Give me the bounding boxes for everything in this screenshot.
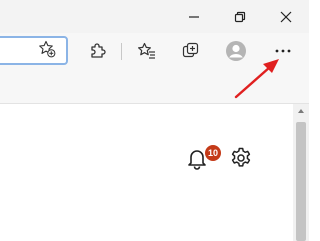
page-content: 10 [0, 104, 293, 241]
extensions-button[interactable] [83, 36, 113, 66]
minimize-icon [189, 15, 199, 18]
browser-toolbar [0, 33, 309, 70]
add-favorite-icon [39, 40, 56, 58]
scrollbar-thumb[interactable] [296, 122, 306, 241]
favorites-bar [0, 70, 309, 104]
title-bar [0, 0, 309, 33]
extensions-icon [91, 43, 106, 58]
minimize-button[interactable] [171, 0, 217, 33]
collections-icon [182, 42, 199, 58]
more-options-icon [275, 49, 291, 53]
close-icon [280, 11, 292, 22]
profile-button[interactable] [221, 36, 251, 66]
notification-count-badge: 10 [205, 145, 221, 161]
vertical-scrollbar[interactable] [293, 104, 309, 241]
profile-avatar-icon [226, 41, 246, 61]
address-bar[interactable] [0, 36, 68, 65]
favorites-icon [138, 42, 155, 59]
close-button[interactable] [263, 0, 309, 33]
restore-button[interactable] [217, 0, 263, 33]
favorites-button[interactable] [132, 36, 162, 66]
more-options-button[interactable] [268, 36, 298, 66]
gear-icon [231, 147, 251, 167]
scroll-up-arrow-icon[interactable] [293, 104, 309, 118]
restore-icon [234, 11, 246, 22]
settings-button[interactable] [229, 146, 253, 170]
toolbar-separator [121, 43, 122, 60]
collections-button[interactable] [176, 36, 206, 66]
add-favorite-button[interactable] [34, 36, 60, 62]
